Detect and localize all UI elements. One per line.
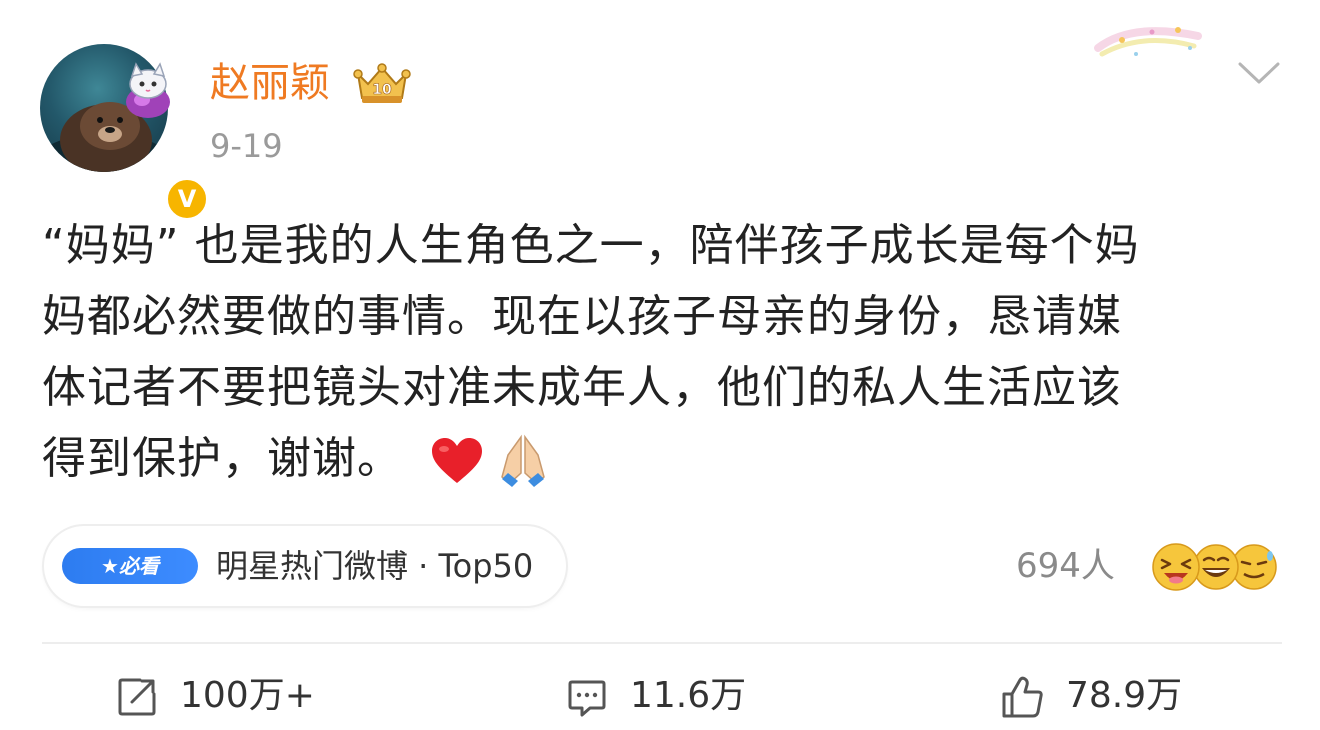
laughing-icon: [1193, 544, 1239, 590]
thumbs-up-icon: [1002, 676, 1043, 718]
sparkle-decoration-icon: [1094, 27, 1202, 57]
weibo-post-card: V 赵丽颖 10 9-19 “妈妈” 也是我的人生角色之一，陪伴孩子成长是每个妈…: [0, 0, 1320, 730]
svg-text:10: 10: [372, 82, 392, 98]
must-see-badge: ★必看: [62, 548, 198, 584]
like-button[interactable]: 78.9万: [1000, 668, 1240, 724]
comment-icon: [568, 680, 606, 717]
action-bar-divider: [42, 642, 1282, 644]
grinning-squint-icon: [1152, 543, 1200, 591]
hot-topic-chip[interactable]: ★必看 明星热门微博 · Top50: [44, 526, 566, 606]
reaction-emoji-stack[interactable]: [1150, 540, 1280, 594]
post-body: “妈妈” 也是我的人生角色之一，陪伴孩子成长是每个妈 妈都必然要做的事情。现在以…: [42, 210, 1282, 494]
cat-pendant-icon: [126, 62, 170, 118]
post-text-last-line: 得到保护，谢谢。: [42, 423, 1282, 494]
repost-count: 100万+: [180, 675, 315, 716]
hot-topic-label: 明星热门微博 · Top50: [216, 547, 534, 585]
post-date: 9-19: [210, 127, 283, 165]
post-text-line: 得到保护，谢谢。: [42, 433, 402, 484]
author-avatar-container[interactable]: V: [40, 44, 210, 222]
folded-hands-icon: [501, 434, 545, 487]
post-text-line: 体记者不要把镜头对准未成年人，他们的私人生活应该: [42, 362, 1122, 413]
chevron-down-icon[interactable]: [1236, 58, 1282, 88]
red-heart-icon: [432, 438, 482, 483]
post-text-line: 妈都必然要做的事情。现在以孩子母亲的身份，恳请媒: [42, 291, 1122, 342]
post-text-line: “妈妈” 也是我的人生角色之一，陪伴孩子成长是每个妈: [42, 220, 1140, 271]
reaction-count[interactable]: 694人: [1016, 544, 1115, 588]
comment-button[interactable]: 11.6万: [566, 668, 806, 724]
repost-icon: [118, 678, 156, 716]
like-count: 78.9万: [1066, 675, 1183, 716]
author-name[interactable]: 赵丽颖: [210, 58, 330, 108]
repost-button[interactable]: 100万+: [116, 668, 356, 724]
vip-crown-icon[interactable]: 10: [352, 60, 412, 108]
comment-count: 11.6万: [630, 675, 747, 716]
